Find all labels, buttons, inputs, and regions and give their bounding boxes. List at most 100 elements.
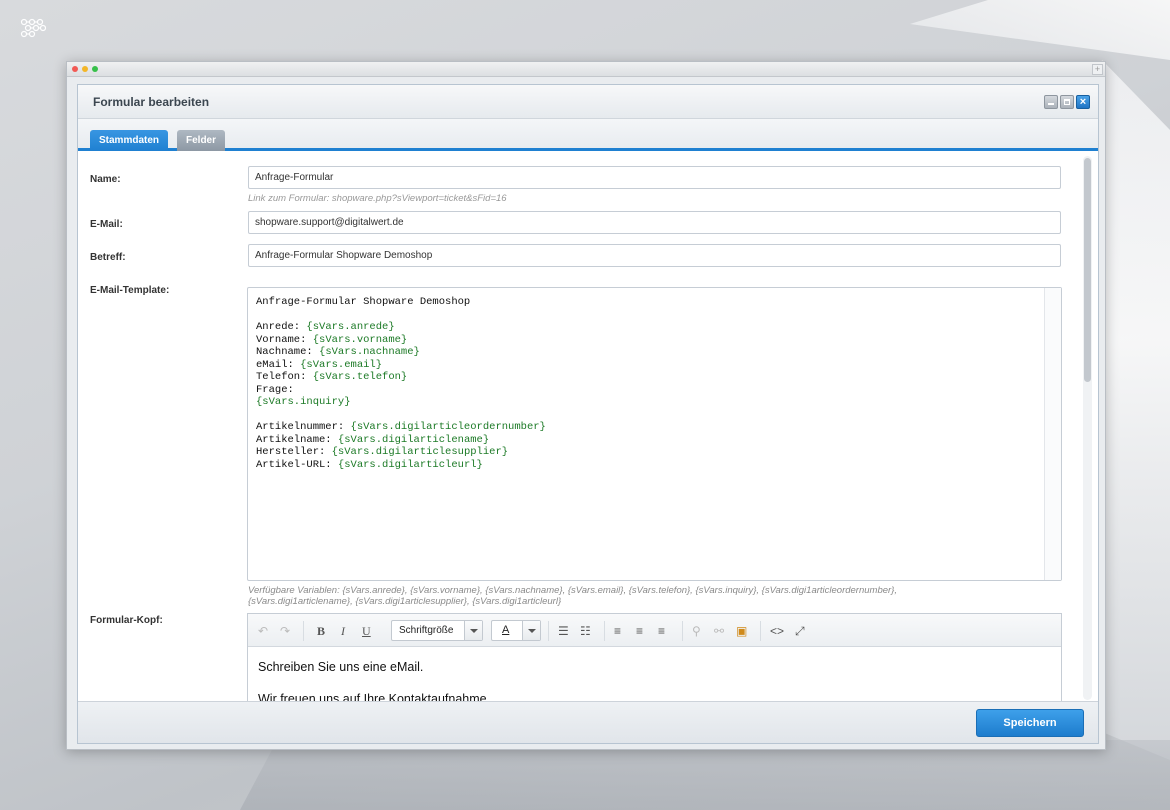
background-shard [910,0,1170,60]
toolbar-separator [548,621,549,641]
name-label: Name: [90,174,121,185]
align-left-icon[interactable]: ≡ [614,624,621,638]
template-variable: {sVars.email} [300,358,383,371]
tab-stammdaten[interactable]: Stammdaten [90,130,169,151]
numbered-list-icon[interactable]: ☷ [580,624,591,638]
template-line: Nachname: {sVars.nachname} [256,346,420,358]
editor-content[interactable]: Schreiben Sie uns eine eMail. Wir freuen… [248,647,1061,702]
chevron-down-icon[interactable] [464,621,482,640]
font-color-icon: A [502,624,510,636]
panel-tools: × [1044,95,1090,109]
template-variable: {sVars.digilarticlesupplier} [331,446,509,458]
save-button[interactable]: Speichern [976,709,1084,737]
link-icon[interactable]: ⚲ [692,624,701,638]
variables-hint-line: Verfügbare Variablen: {sVars.anrede}, {s… [248,585,897,596]
background-shard [240,740,1170,810]
font-color-button[interactable]: A [491,620,541,641]
editor-paragraph: Schreiben Sie uns eine eMail. [258,660,424,674]
template-scrollbar[interactable] [1044,288,1061,580]
toolbar-separator [303,621,304,641]
form-link-hint: Link zum Formular: shopware.php?sViewpor… [248,193,507,204]
template-line-text: Nachname: [256,346,320,358]
maximize-icon[interactable] [1060,95,1074,109]
template-line-text: Anfrage-Formular Shopware Demoshop [256,296,471,308]
template-line: {sVars.inquiry} [256,396,351,408]
scrollbar-thumb[interactable] [1084,158,1091,382]
tab-bar: Stammdaten Felder [78,119,1098,151]
template-line: Telefon: {sVars.telefon} [256,371,407,383]
chevron-down-icon[interactable] [522,621,540,640]
toolbar-separator [682,621,683,641]
editor-toolbar: ↶ ↷ B I U Schriftgröße A ☰ ☷ ≡ ≡ ≡ ⚲ ⚯ ▣… [248,614,1061,647]
template-variable: {sVars.digilarticleordernumber} [350,421,546,433]
template-line: Artikelname: {sVars.digilarticlename} [256,434,489,446]
window-controls [72,66,98,72]
italic-icon[interactable]: I [341,624,345,639]
bold-icon[interactable]: B [317,624,325,639]
fullscreen-icon[interactable]: ⤢ [795,624,805,639]
unlink-icon[interactable]: ⚯ [714,624,724,638]
template-line: Vorname: {sVars.vorname} [256,334,407,346]
template-line-text: Artikelnummer: [256,421,351,433]
template-line: Anfrage-Formular Shopware Demoshop [256,296,470,308]
email-label: E-Mail: [90,219,123,230]
panel-header: Formular bearbeiten × [78,85,1098,119]
zoom-window-button[interactable] [92,66,98,72]
redo-icon[interactable]: ↷ [280,624,290,638]
template-variable: {sVars.nachname} [319,346,420,358]
template-variable: {sVars.vorname} [312,333,408,346]
template-line-text: Artikel-URL: [256,458,338,471]
template-line: Frage: [256,384,294,396]
close-icon[interactable]: × [1076,95,1090,109]
email-field[interactable]: shopware.support@digitalwert.de [248,211,1061,234]
panel-footer: Speichern [78,701,1098,743]
available-variables-hint: Verfügbare Variablen: {sVars.anrede}, {s… [248,585,1048,607]
panel-title: Formular bearbeiten [93,95,210,109]
bullet-list-icon[interactable]: ☰ [558,624,569,638]
plus-icon[interactable]: + [1092,64,1103,75]
subject-field[interactable]: Anfrage-Formular Shopware Demoshop [248,244,1061,267]
template-variable: {sVars.inquiry} [256,396,351,408]
email-template-text[interactable]: Anfrage-Formular Shopware Demoshop Anred… [248,288,1061,479]
underline-icon[interactable]: U [362,624,371,639]
email-template-editor[interactable]: Anfrage-Formular Shopware Demoshop Anred… [247,287,1062,581]
template-variable: {sVars.anrede} [306,321,395,333]
form-header-label: Formular-Kopf: [90,615,163,626]
form-area: Name: Anfrage-Formular Link zum Formular… [78,154,1098,702]
variables-hint-line: {sVars.digi1articlename}, {sVars.digi1ar… [248,596,562,607]
template-line: Artikelnummer: {sVars.digilarticleordern… [256,421,546,433]
form-edit-panel: Formular bearbeiten × Stammdaten Felder … [77,84,1099,744]
template-line-text: eMail: [256,358,301,371]
align-right-icon[interactable]: ≡ [658,624,665,638]
name-field[interactable]: Anfrage-Formular [248,166,1061,189]
template-line-text: Vorname: [256,333,313,346]
template-line-text: Hersteller: [256,446,332,458]
close-window-button[interactable] [72,66,78,72]
toolbar-separator [604,621,605,641]
app-window: + Formular bearbeiten × Stammdaten Felde… [66,61,1106,750]
template-line-text: Frage: [256,383,294,396]
align-center-icon[interactable]: ≡ [636,624,643,638]
form-scrollbar[interactable] [1083,156,1092,700]
font-size-label: Schriftgröße [399,625,454,636]
source-code-icon[interactable]: <> [770,624,784,638]
template-line-text: Anrede: [256,321,307,333]
email-template-label: E-Mail-Template: [90,285,170,296]
form-header-editor: ↶ ↷ B I U Schriftgröße A ☰ ☷ ≡ ≡ ≡ ⚲ ⚯ ▣… [247,613,1062,702]
template-line: Artikel-URL: {sVars.digilarticleurl} [256,459,483,471]
toolbar-separator [760,621,761,641]
template-variable: {sVars.telefon} [312,371,408,383]
minimize-window-button[interactable] [82,66,88,72]
subject-label: Betreff: [90,252,126,263]
undo-icon[interactable]: ↶ [258,624,268,638]
insert-image-icon[interactable]: ▣ [736,624,747,638]
template-variable: {sVars.digilarticlename} [337,433,490,446]
window-titlebar: + [67,62,1105,77]
network-menu-icon[interactable] [20,18,47,38]
template-variable: {sVars.digilarticleurl} [337,458,483,471]
minimize-icon[interactable] [1044,95,1058,109]
tab-felder[interactable]: Felder [177,130,226,151]
font-size-select[interactable]: Schriftgröße [391,620,483,641]
template-line: Anrede: {sVars.anrede} [256,321,395,333]
template-line: Hersteller: {sVars.digilarticlesupplier} [256,446,508,458]
